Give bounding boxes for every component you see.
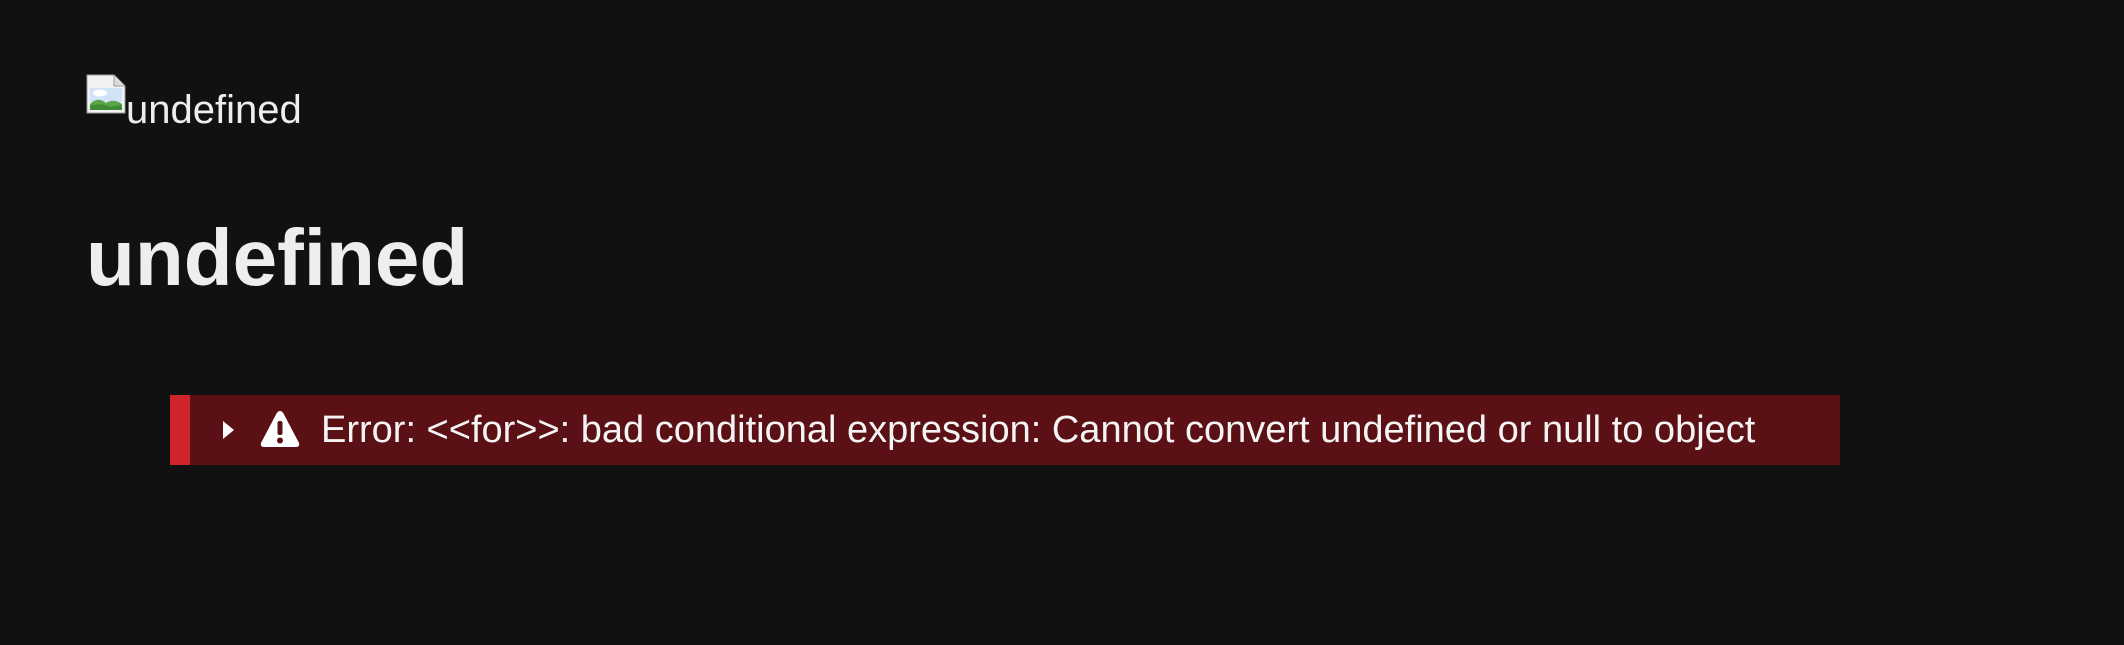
page-title: undefined: [86, 213, 469, 302]
image-alt-text: undefined: [126, 88, 302, 132]
broken-image-icon: [86, 74, 126, 114]
warning-icon: [259, 409, 301, 449]
error-accent-bar: [170, 395, 190, 465]
error-message-box: Error: <<for>>: bad conditional expressi…: [170, 395, 1840, 465]
broken-image: undefined: [86, 74, 302, 130]
page: undefined undefined Error: <<for>>: bad …: [0, 0, 2124, 645]
error-message-text: Error: <<for>>: bad conditional expressi…: [321, 409, 1756, 451]
caret-right-icon[interactable]: [216, 418, 240, 442]
